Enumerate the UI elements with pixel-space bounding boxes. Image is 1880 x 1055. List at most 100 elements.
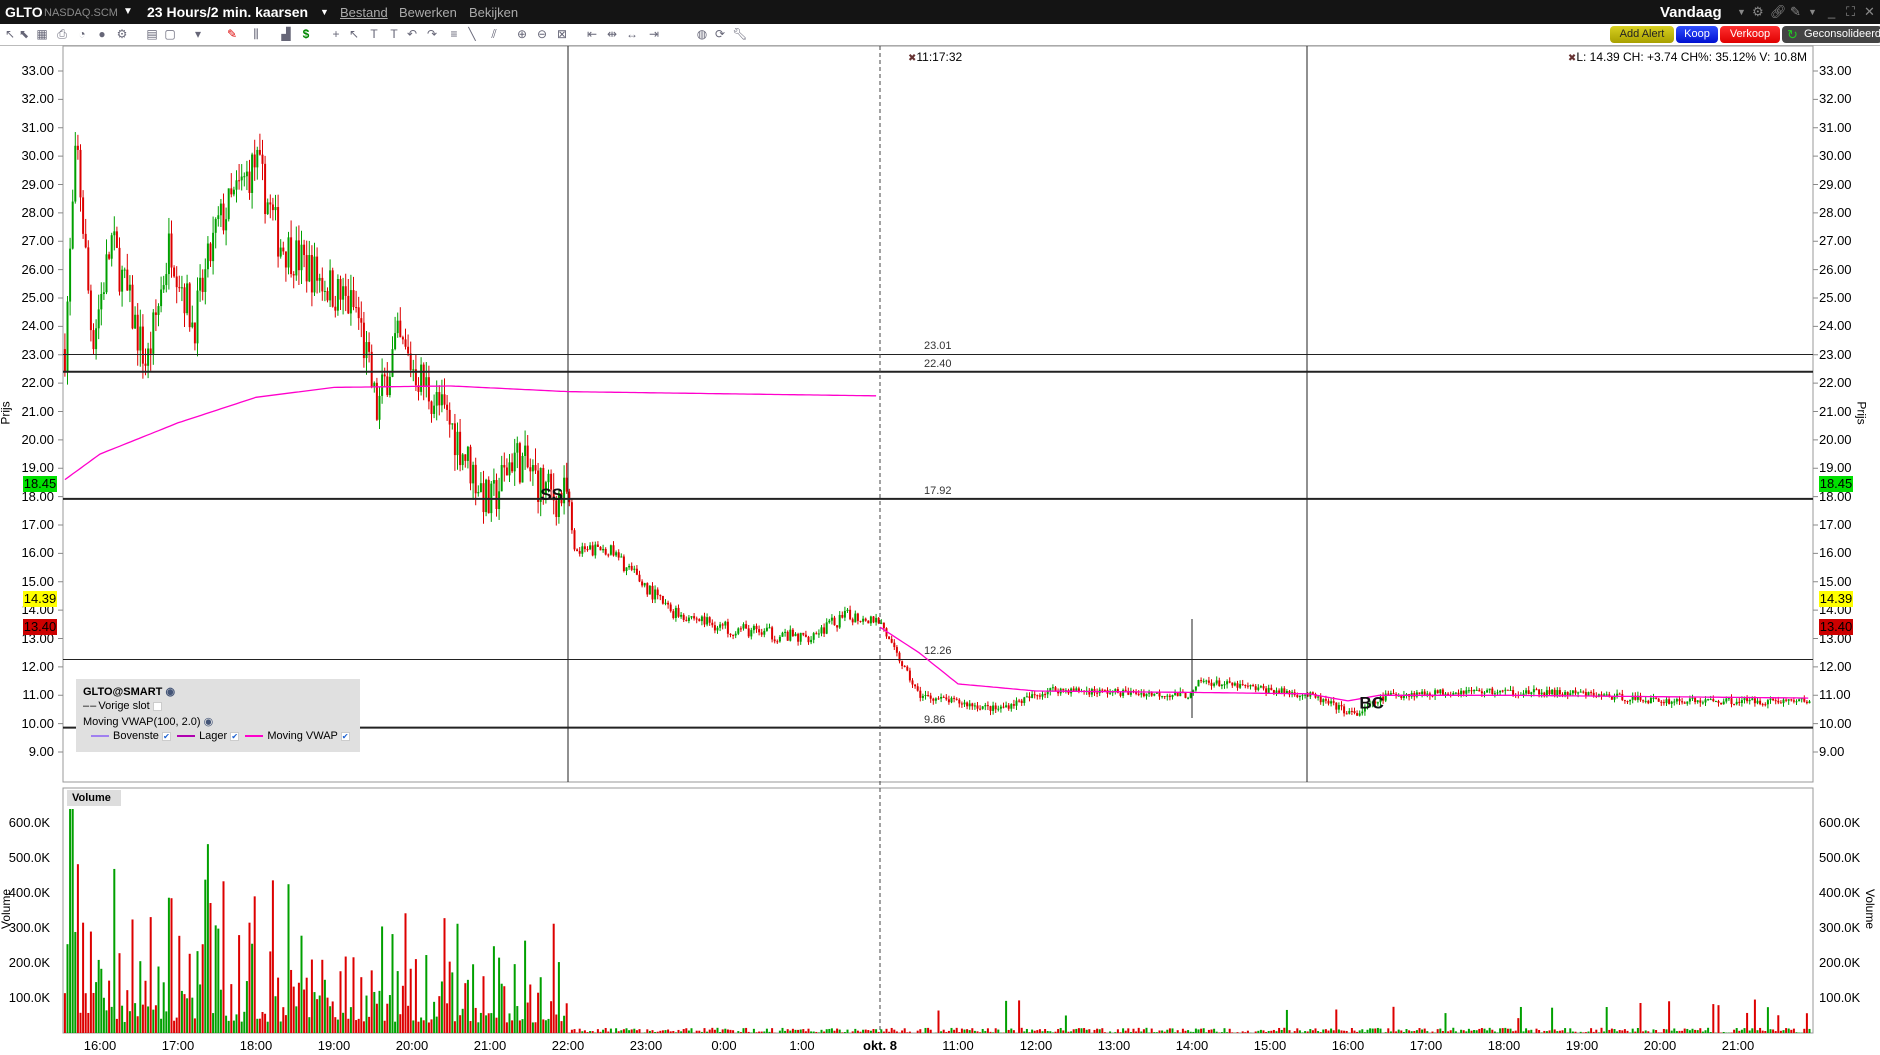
price-axis-label: 30.00 <box>1819 148 1852 164</box>
volume-bar <box>888 1031 891 1033</box>
candle <box>960 703 963 705</box>
candle <box>927 695 930 697</box>
candle <box>1626 701 1629 703</box>
volume-bar <box>1384 1032 1387 1033</box>
bovenste-checkbox[interactable]: ✔ <box>161 731 171 741</box>
candle <box>599 546 602 551</box>
volume-bar <box>789 1030 792 1033</box>
candle <box>1558 690 1561 695</box>
candle <box>908 670 911 681</box>
volume-bar <box>648 1030 651 1033</box>
volume-bar <box>1369 1028 1372 1033</box>
candle <box>1103 689 1106 691</box>
candle <box>1270 687 1273 691</box>
volume-bar <box>817 1032 820 1033</box>
candle <box>747 628 750 637</box>
globe-icon[interactable]: ◉ <box>204 716 214 728</box>
candle <box>654 589 657 600</box>
time-axis-label: 19:00 <box>1565 1038 1599 1053</box>
volume-bar <box>1057 1029 1060 1033</box>
candle <box>375 382 378 420</box>
candle <box>906 666 909 671</box>
volume-bar <box>1548 1030 1551 1033</box>
volume-bar <box>1668 1001 1671 1033</box>
volume-bar <box>154 1005 157 1033</box>
candle <box>154 312 157 315</box>
candle <box>513 452 516 472</box>
volume-bar <box>329 1006 332 1033</box>
volume-bar <box>586 1032 589 1033</box>
volume-bar <box>973 1030 976 1033</box>
volume-bar <box>1707 1027 1710 1033</box>
lager-checkbox[interactable]: ✔ <box>230 731 240 741</box>
volume-bar <box>924 1027 927 1033</box>
volume-bar <box>1301 1032 1304 1033</box>
volume-bar <box>136 1016 139 1033</box>
prev-close-checkbox[interactable] <box>152 701 162 711</box>
candle <box>165 274 168 286</box>
candle <box>1205 680 1208 682</box>
volume-bar <box>1236 1032 1239 1033</box>
candle <box>781 632 784 637</box>
candle <box>1717 701 1720 703</box>
volume-bar <box>466 979 469 1033</box>
volume-bar <box>1088 1029 1091 1033</box>
volume-bar <box>313 992 316 1033</box>
volume-bar <box>1569 1028 1572 1033</box>
volume-bar <box>425 955 428 1033</box>
candle <box>794 633 797 637</box>
candle <box>1345 713 1348 715</box>
volume-bar <box>1779 1030 1782 1033</box>
volume-bar <box>1049 1031 1052 1033</box>
volume-bar <box>529 984 532 1033</box>
candle <box>916 686 919 691</box>
volume-bar <box>1772 1029 1775 1033</box>
volume-bar <box>1150 1028 1153 1033</box>
volume-bar <box>539 977 542 1033</box>
candle <box>1714 701 1717 703</box>
volume-bar <box>706 1031 709 1033</box>
candle <box>487 479 490 514</box>
candle <box>1564 692 1567 695</box>
volume-bar <box>1769 1029 1772 1033</box>
volume-bar <box>1137 1027 1140 1033</box>
candle <box>1496 692 1499 694</box>
volume-bar <box>277 977 280 1033</box>
volume-bar <box>1194 1028 1197 1033</box>
moving-vwap-checkbox[interactable]: ✔ <box>340 731 350 741</box>
candle <box>217 215 220 220</box>
candle <box>370 351 373 388</box>
volume-bar <box>830 1028 833 1033</box>
candle <box>752 625 755 631</box>
volume-bar <box>440 981 443 1033</box>
volume-bar <box>1054 1031 1057 1033</box>
volume-bar <box>1740 1029 1743 1033</box>
candle <box>1649 697 1652 704</box>
globe-icon[interactable]: ◉ <box>165 686 175 698</box>
volume-axis-label: 200.0K <box>1819 955 1861 970</box>
volume-bar <box>326 997 329 1033</box>
volume-bar <box>672 1030 675 1033</box>
volume-bar <box>264 1013 267 1033</box>
candle <box>1701 702 1704 704</box>
candle <box>1062 688 1065 691</box>
candle <box>214 219 217 233</box>
price-chart[interactable]: SS BC <box>0 0 1880 1055</box>
volume-bar <box>547 1018 550 1033</box>
candle <box>1652 697 1655 699</box>
candle <box>901 661 904 666</box>
volume-bar <box>742 1028 745 1033</box>
volume-bar <box>765 1028 768 1033</box>
candle <box>243 176 246 178</box>
candle <box>1392 693 1395 695</box>
candle <box>1142 693 1145 697</box>
volume-bar <box>167 897 170 1033</box>
candle <box>248 171 251 193</box>
candle <box>264 163 267 215</box>
candle <box>1592 692 1595 696</box>
volume-bar <box>1288 1030 1291 1033</box>
volume-axis-label: 500.0K <box>1819 850 1861 865</box>
candle <box>968 703 971 707</box>
candle <box>1587 692 1590 696</box>
candle <box>615 552 618 556</box>
